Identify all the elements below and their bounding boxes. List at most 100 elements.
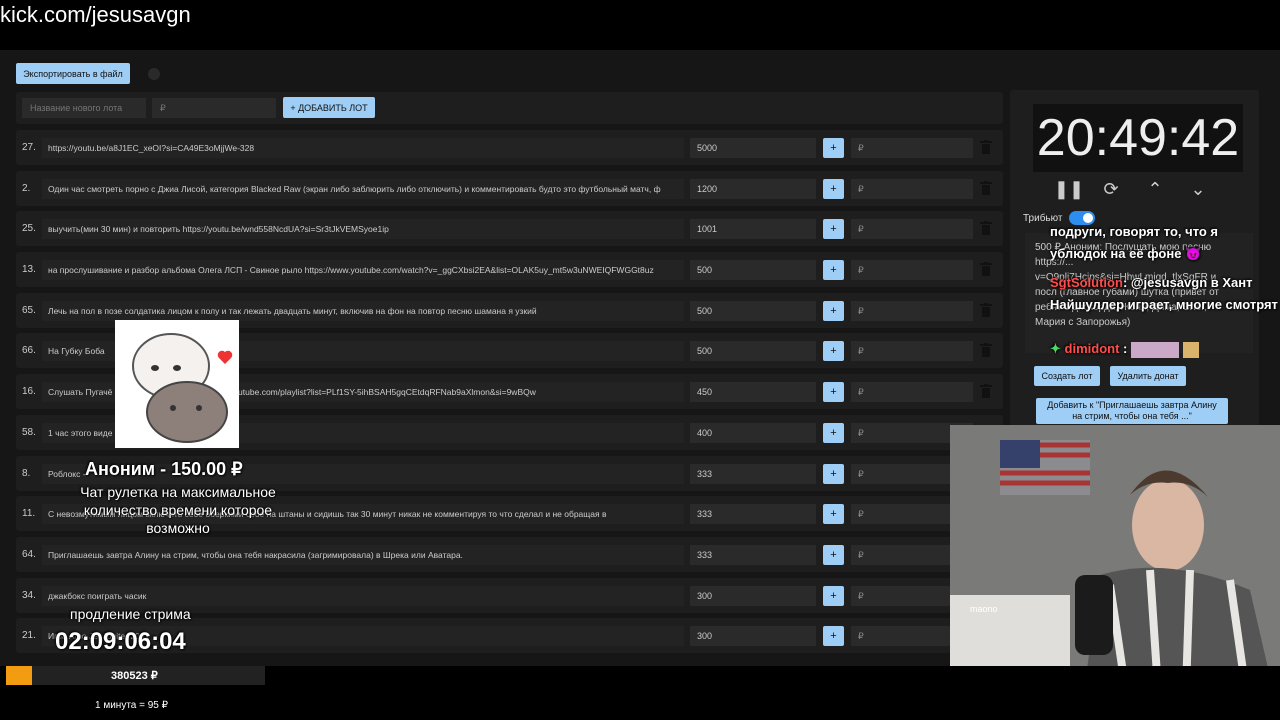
trash-icon[interactable]	[980, 302, 992, 317]
lot-number: 27.	[22, 142, 36, 153]
lot-number: 58.	[22, 426, 36, 438]
lot-amount-field[interactable]: 300	[690, 626, 816, 647]
lot-add-amount-button[interactable]: +	[823, 178, 844, 199]
lot-amount-field[interactable]: 5000	[690, 138, 816, 158]
add-lot-bar	[16, 92, 1003, 124]
lot-add-amount-button[interactable]: +	[823, 382, 844, 403]
lot-amount-field[interactable]: 333	[690, 544, 816, 565]
chat-badge-icon: ✦	[1050, 341, 1061, 356]
trash-icon[interactable]	[980, 384, 992, 399]
lot-amount-field[interactable]: 1200	[690, 178, 816, 199]
total-amount: 380523 ₽	[111, 670, 158, 682]
lot-amount-field[interactable]: 500	[690, 341, 816, 362]
trash-icon[interactable]	[980, 180, 992, 195]
tribute-toggle[interactable]	[1069, 211, 1095, 225]
lot-name-field[interactable]: Приглашаешь завтра Алину на стрим, чтобы…	[42, 544, 684, 565]
alert-title: Аноним - 150.00 ₽	[85, 459, 243, 479]
lot-row: 13. на прослушивание и разбор альбома Оле…	[16, 252, 1003, 288]
lot-name-field[interactable]: Один час смотреть порно с Джиа Лисой, ка…	[42, 178, 684, 199]
lot-add-amount-button[interactable]: +	[823, 300, 844, 321]
lot-row: 27. https://youtu.be/a8J1EC_xeOI?si=CA49E…	[16, 130, 1003, 165]
lot-amount-field[interactable]: 333	[690, 463, 816, 484]
lot-amount-field[interactable]: 300	[690, 585, 816, 606]
lot-number: 13.	[22, 264, 36, 276]
trash-icon[interactable]	[980, 221, 992, 236]
trash-icon[interactable]	[980, 343, 992, 358]
settings-dot-icon[interactable]	[148, 68, 160, 80]
add-to-lot-button[interactable]: Добавить к "Приглашаешь завтра Алину на …	[1036, 398, 1228, 424]
lot-add-amount-button[interactable]: +	[823, 138, 844, 158]
chat-emote-image	[1131, 341, 1180, 358]
lot-add-amount-button[interactable]: +	[823, 544, 844, 565]
lot-add-amount-button[interactable]: +	[823, 504, 844, 525]
stream-extension-timer: 02:09:06:04	[55, 628, 186, 655]
lot-row: 2. Один час смотреть порно с Джиа Лисой, …	[16, 170, 1003, 206]
chevron-up-icon[interactable]: ⌃	[1144, 178, 1166, 200]
browser-bar: kick.com/jesusavgn	[0, 0, 1280, 50]
lot-row: 64. Приглашаешь завтра Алину на стрим, чт…	[16, 536, 1003, 572]
new-lot-amount-input[interactable]	[152, 98, 276, 118]
lot-number: 34.	[22, 589, 36, 601]
chat-text: :	[1123, 341, 1128, 356]
lot-extra-amount-input[interactable]: ₽	[851, 138, 973, 158]
add-lot-button[interactable]: + ДОБАВИТЬ ЛОТ	[283, 97, 375, 118]
lot-name-field[interactable]: https://youtu.be/a8J1EC_xeOI?si=CA49E3oM…	[42, 138, 684, 158]
donation-progress-fill	[6, 666, 32, 685]
lot-amount-field[interactable]: 333	[690, 504, 816, 525]
stream-extension-label: продление стрима	[70, 606, 191, 622]
create-lot-button[interactable]: Создать лот	[1034, 366, 1100, 386]
cat-sticker-image	[132, 333, 233, 443]
lot-extra-amount-input[interactable]: ₽	[851, 219, 973, 240]
lot-name-field[interactable]: на прослушивание и разбор альбома Олега …	[42, 260, 684, 281]
chat-emote-icon	[1182, 341, 1199, 358]
lot-add-amount-button[interactable]: +	[823, 422, 844, 443]
lot-extra-amount-input[interactable]: ₽	[851, 300, 973, 321]
lot-number: 65.	[22, 304, 36, 316]
lot-amount-field[interactable]: 400	[690, 422, 816, 443]
lot-number: 2.	[22, 182, 31, 194]
page-url[interactable]: kick.com/jesusavgn	[0, 2, 191, 28]
lot-number: 66.	[22, 345, 36, 357]
lot-name-field[interactable]: выучить(мин 30 мин) и повторить https://…	[42, 219, 684, 240]
mic-brand-label: maono	[970, 604, 998, 614]
lot-number: 11.	[22, 508, 36, 520]
lot-add-amount-button[interactable]: +	[823, 585, 844, 606]
lot-add-amount-button[interactable]: +	[823, 341, 844, 362]
export-button[interactable]: Экспортировать в файл	[16, 63, 130, 84]
chat-message: SgtSolution: @jesusavgn в Хант Найшуллер…	[1050, 272, 1280, 316]
lot-amount-field[interactable]: 1001	[690, 219, 816, 240]
lot-number: 64.	[22, 548, 36, 560]
chat-message: ✦ dimidont :	[1050, 341, 1199, 358]
lot-extra-amount-input[interactable]: ₽	[851, 382, 973, 403]
lot-add-amount-button[interactable]: +	[823, 626, 844, 647]
lot-amount-field[interactable]: 450	[690, 382, 816, 403]
trash-icon[interactable]	[980, 262, 992, 277]
lot-amount-field[interactable]: 500	[690, 260, 816, 281]
lot-add-amount-button[interactable]: +	[823, 260, 844, 281]
lot-number: 25.	[22, 223, 36, 235]
time-rate: 1 минута = 95 ₽	[95, 700, 169, 711]
pause-icon[interactable]: ❚❚	[1054, 178, 1084, 200]
alert-sticker	[115, 320, 239, 448]
sync-icon[interactable]: ⟳	[1100, 178, 1122, 200]
new-lot-name-input[interactable]	[22, 98, 146, 118]
lot-add-amount-button[interactable]: +	[823, 219, 844, 240]
delete-donate-button[interactable]: Удалить донат	[1110, 366, 1186, 386]
lot-extra-amount-input[interactable]: ₽	[851, 341, 973, 362]
alert-message: Чат рулетка на максимальное количество в…	[80, 484, 276, 536]
trash-icon[interactable]	[980, 140, 992, 154]
chat-line: подруги, говорят то, что я	[1050, 224, 1219, 239]
lot-number: 21.	[22, 630, 36, 642]
lot-add-amount-button[interactable]: +	[823, 463, 844, 484]
chat-username: SgtSolution	[1050, 275, 1123, 290]
lot-extra-amount-input[interactable]: ₽	[851, 260, 973, 281]
lot-row: 25. выучить(мин 30 мин) и повторить https…	[16, 211, 1003, 247]
lot-name-field[interactable]: Лечь на пол в позе солдатика лицом к пол…	[42, 300, 684, 321]
chat-line: ублюдок на её фоне 😈	[1050, 246, 1202, 261]
chat-username: dimidont	[1064, 341, 1120, 356]
chevron-down-icon[interactable]: ⌄	[1187, 178, 1209, 200]
lot-number: 8.	[22, 467, 31, 479]
lot-name-field[interactable]: джакбокс поиграть часик	[42, 585, 684, 606]
lot-extra-amount-input[interactable]: ₽	[851, 178, 973, 199]
lot-amount-field[interactable]: 500	[690, 300, 816, 321]
